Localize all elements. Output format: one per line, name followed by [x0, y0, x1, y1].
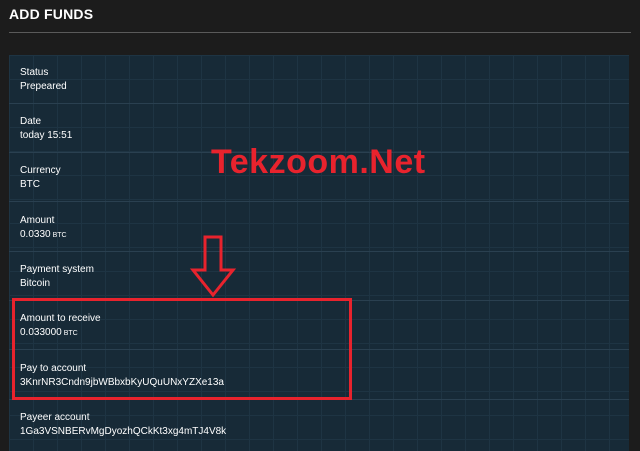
detail-value: Prepeared — [20, 80, 629, 93]
wallet-address-text[interactable]: 1Ga3VSNBERvMgDyozhQCkKt3xg4mTJ4V8k — [20, 426, 226, 437]
detail-row-status: Status Prepeared — [9, 55, 629, 104]
arrow-down-outline-icon — [189, 235, 237, 298]
detail-value: 0.0330 BTC — [20, 228, 629, 242]
detail-row-payeer-account: Payeer account 1Ga3VSNBERvMgDyozhQCkKt3x… — [9, 400, 629, 449]
watermark-text: Tekzoom.Net — [211, 143, 426, 181]
detail-label: Payment system — [20, 264, 94, 275]
highlight-box — [12, 298, 352, 400]
header-divider — [9, 32, 631, 33]
detail-row-amount: Amount 0.0330 BTC — [9, 203, 629, 252]
detail-label: Amount — [20, 215, 55, 226]
add-funds-page: ADD FUNDS Status Prepeared Date today 15… — [0, 0, 640, 451]
detail-value-text: 0.0330 — [20, 229, 51, 240]
detail-label: Payeer account — [20, 412, 90, 423]
detail-value-text: today 15:51 — [20, 130, 73, 141]
detail-value-text: BTC — [20, 179, 40, 190]
detail-value: today 15:51 — [20, 129, 629, 142]
detail-label: Date — [20, 116, 42, 127]
detail-row-payment-system: Payment system Bitcoin — [9, 252, 629, 301]
page-title: ADD FUNDS — [9, 6, 94, 22]
detail-value[interactable]: 1Ga3VSNBERvMgDyozhQCkKt3xg4mTJ4V8k — [20, 425, 629, 438]
detail-label: Status — [20, 67, 49, 78]
detail-value: Bitcoin — [20, 277, 629, 290]
currency-unit: BTC — [52, 232, 67, 239]
detail-value-text: Bitcoin — [20, 278, 51, 289]
detail-value-text: Prepeared — [20, 81, 67, 92]
